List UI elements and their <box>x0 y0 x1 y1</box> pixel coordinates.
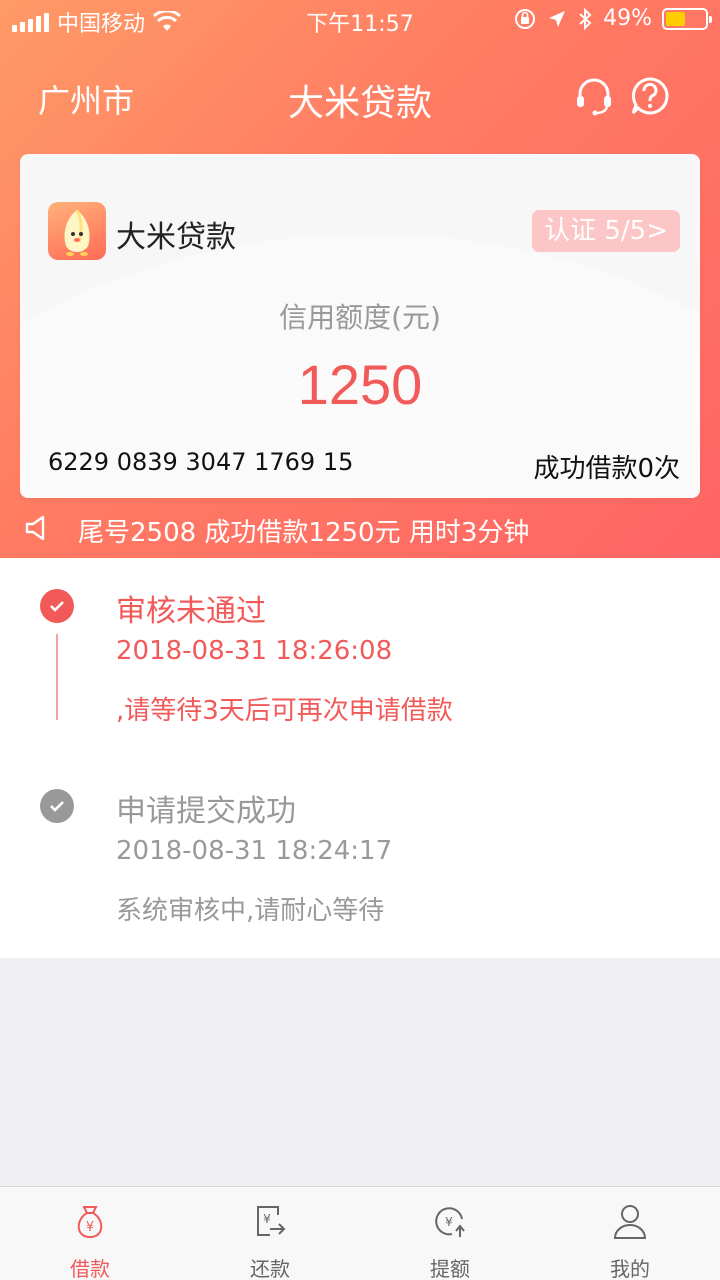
timeline-item-desc: 系统审核中,请耐心等待 <box>116 896 385 926</box>
tab-bar: ¥ 借款 ¥ 还款 ¥ 提额 我的 <box>0 1186 720 1280</box>
svg-text:¥: ¥ <box>263 1212 271 1226</box>
bank-card-number: 6229 0839 3047 1769 15 <box>48 448 354 476</box>
nav-bar: 广州市 大米贷款 <box>0 60 720 130</box>
location-icon <box>549 10 566 27</box>
credit-card: 大米贷款 认证 5/5> 信用额度(元) 1250 6229 0839 3047… <box>20 154 700 498</box>
submitted-check-icon <box>40 789 74 823</box>
notice-text: 尾号2508 成功借款1250元 用时3分钟 <box>78 518 530 548</box>
svg-text:¥: ¥ <box>445 1215 453 1229</box>
raise-limit-icon: ¥ <box>435 1207 465 1237</box>
user-icon <box>613 1205 647 1239</box>
speaker-icon <box>25 515 45 541</box>
app-logo <box>48 202 106 260</box>
auth-status-badge[interactable]: 认证 5/5> <box>532 210 680 252</box>
status-bar: 中国移动 下午11:57 49% <box>0 0 720 40</box>
battery-percent: 49% <box>603 6 652 31</box>
credit-limit-label: 信用额度(元) <box>279 301 441 334</box>
rice-mascot-icon <box>64 209 90 256</box>
tab-mine[interactable]: 我的 <box>540 1187 720 1280</box>
tab-label: 我的 <box>610 1257 650 1280</box>
timeline-item-title: 审核未通过 <box>116 594 266 629</box>
battery-icon <box>662 7 712 30</box>
svg-text:¥: ¥ <box>86 1220 94 1235</box>
tab-label: 还款 <box>250 1257 290 1280</box>
header: 中国移动 下午11:57 49% 广州市 大米贷款 大米贷款 认证 5/5> 信… <box>0 0 720 558</box>
tab-raise-limit[interactable]: ¥ 提额 <box>360 1187 540 1280</box>
tab-repay[interactable]: ¥ 还款 <box>180 1187 360 1280</box>
timeline-connector <box>56 634 58 720</box>
money-bag-icon: ¥ <box>77 1206 103 1239</box>
bluetooth-icon <box>579 7 592 30</box>
card-app-name: 大米贷款 <box>116 220 236 255</box>
tab-borrow[interactable]: ¥ 借款 <box>0 1187 180 1280</box>
timeline-item-desc: ,请等待3天后可再次申请借款 <box>116 696 453 726</box>
rejected-check-icon <box>40 589 74 623</box>
notice-bar: 尾号2508 成功借款1250元 用时3分钟 <box>0 502 720 554</box>
headset-icon[interactable] <box>574 76 614 116</box>
help-icon[interactable] <box>630 76 670 116</box>
orientation-lock-icon <box>515 8 536 29</box>
success-loan-count: 成功借款0次 <box>533 454 680 484</box>
repay-icon: ¥ <box>257 1206 286 1236</box>
timeline-item-time: 2018-08-31 18:26:08 <box>116 636 393 666</box>
timeline-item-title: 申请提交成功 <box>116 794 296 829</box>
timeline-item-time: 2018-08-31 18:24:17 <box>116 836 393 866</box>
credit-limit-value: 1250 <box>297 353 423 416</box>
tab-label: 借款 <box>70 1257 110 1280</box>
tab-label: 提额 <box>430 1257 470 1280</box>
